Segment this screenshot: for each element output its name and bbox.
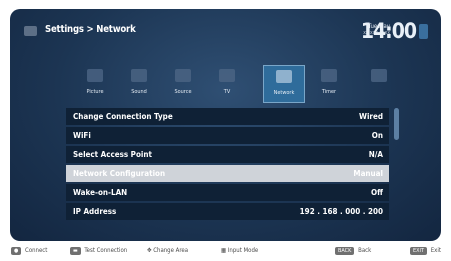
footer-connect-label: Connect: [25, 247, 48, 254]
tab-tv[interactable]: TV: [207, 65, 247, 101]
ok-key-icon: ●: [11, 247, 22, 255]
list-item-label: IP Address: [73, 207, 117, 216]
tab-picture[interactable]: Picture: [75, 65, 115, 101]
tab-tv-label: TV: [223, 89, 231, 95]
tab-extra[interactable]: [359, 65, 399, 101]
footer-input-mode-label: Input Mode: [227, 247, 259, 254]
list-item-label: Wake-on-LAN: [73, 188, 128, 197]
list-item-wake-on-lan[interactable]: Wake-on-LAN Off: [66, 184, 389, 201]
source-icon: [175, 69, 191, 82]
settings-list: Change Connection Type Wired WiFi On Sel…: [66, 108, 389, 241]
footer-input-mode: ▦ Input Mode: [221, 247, 258, 254]
extra-icon: [371, 69, 387, 82]
dpad-icon: ✥: [147, 247, 152, 254]
footer-test: ▬ Test Connection: [70, 247, 127, 255]
network-icon: [276, 70, 292, 83]
list-item-value: Wired: [359, 112, 383, 121]
scrollbar[interactable]: [394, 108, 399, 140]
footer-change-area: ✥ Change Area: [147, 247, 188, 254]
footer-exit-label: Exit: [430, 247, 441, 254]
list-item-value: Manual: [353, 169, 383, 178]
tab-timer[interactable]: Timer: [309, 65, 349, 101]
list-item-label: Network Configuration: [73, 169, 166, 178]
settings-tabs: Picture Sound Source TV Network Timer: [75, 65, 405, 103]
list-item-network-configuration[interactable]: Network Configuration Manual: [66, 165, 389, 182]
tab-timer-label: Timer: [321, 89, 337, 95]
footer-exit: EXIT Exit: [410, 247, 441, 255]
list-item-wifi[interactable]: WiFi On: [66, 127, 389, 144]
list-item-connection-type[interactable]: Change Connection Type Wired: [66, 108, 389, 125]
tab-source-label: Source: [174, 89, 192, 95]
footer-change-area-label: Change Area: [153, 247, 189, 254]
picture-icon: [87, 69, 103, 82]
footer-back: BACK Back: [335, 247, 371, 255]
list-item-ip-address[interactable]: IP Address 192 . 168 . 000 . 200: [66, 203, 389, 220]
tab-sound-label: Sound: [131, 89, 147, 95]
footer-back-label: Back: [358, 247, 372, 254]
home-icon: [24, 26, 37, 36]
timer-icon: [321, 69, 337, 82]
keypad-icon: ▦: [221, 247, 227, 254]
footer-test-label: Test Connection: [84, 247, 128, 254]
list-item-value: On: [371, 131, 383, 140]
sound-icon: [131, 69, 147, 82]
list-item-label: Change Connection Type: [73, 112, 173, 121]
clock-badge-icon: [419, 24, 428, 39]
exit-key: EXIT: [410, 247, 427, 255]
footer-connect: ● Connect: [11, 247, 47, 255]
tab-source[interactable]: Source: [163, 65, 203, 101]
clock-time: 14:00: [360, 19, 417, 43]
tab-network-label: Network: [273, 90, 295, 96]
list-item-label: WiFi: [73, 131, 91, 140]
top-bar: Settings > Network Tuesday xx xxx xxxx 1…: [18, 19, 428, 45]
list-item-access-point[interactable]: Select Access Point N/A: [66, 146, 389, 163]
list-item-value: Off: [371, 188, 383, 197]
tv-icon: [219, 69, 235, 82]
list-item-label: Select Access Point: [73, 150, 152, 159]
breadcrumb: Settings > Network: [45, 24, 136, 35]
tab-picture-label: Picture: [86, 89, 104, 95]
tv-screen: Settings > Network Tuesday xx xxx xxxx 1…: [10, 9, 441, 241]
footer-help: ● Connect ▬ Test Connection ✥ Change Are…: [0, 243, 451, 261]
remote-key-icon: ▬: [70, 247, 81, 255]
tab-sound[interactable]: Sound: [119, 65, 159, 101]
tab-network[interactable]: Network: [263, 65, 305, 103]
list-item-value: 192 . 168 . 000 . 200: [299, 207, 383, 216]
back-key: BACK: [335, 247, 355, 255]
list-item-value: N/A: [368, 150, 383, 159]
